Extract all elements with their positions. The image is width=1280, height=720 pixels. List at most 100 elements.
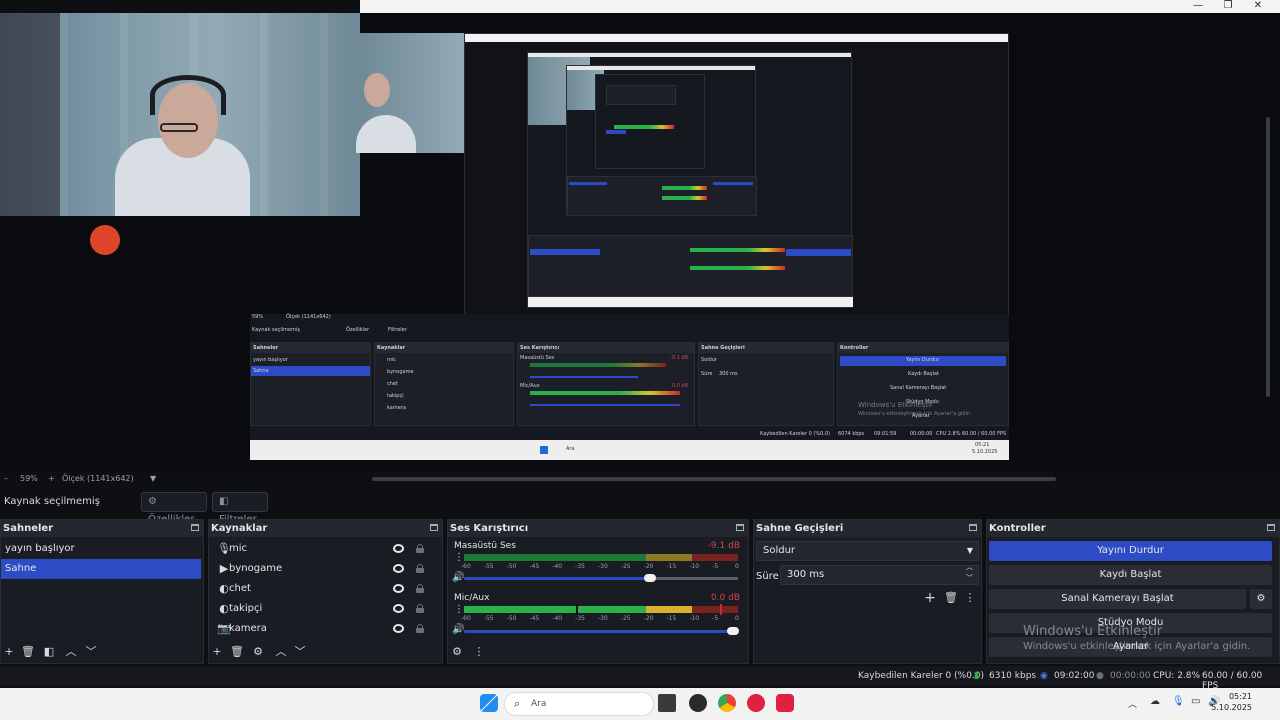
meter-scale-tick: -30 — [598, 563, 608, 570]
scene-item-selected[interactable]: Sahne — [1, 559, 201, 579]
preview-scrollbar[interactable] — [372, 477, 1056, 481]
minimize-icon[interactable]: — — [1183, 0, 1213, 13]
channel-logo — [90, 225, 120, 255]
source-item-bynogame[interactable]: ▶ bynogame — [209, 559, 442, 579]
visibility-icon[interactable] — [393, 584, 404, 593]
lock-icon[interactable] — [416, 604, 424, 613]
advanced-audio-icon[interactable]: ⚙ — [451, 646, 463, 658]
meter-scale-tick: -5 — [712, 615, 719, 622]
trash-icon[interactable]: 🗑 — [230, 646, 244, 658]
scale-dropdown-icon[interactable]: ▼ — [150, 474, 156, 483]
start-recording-button[interactable]: Kaydı Başlat — [989, 565, 1272, 585]
undock-icon[interactable] — [430, 524, 438, 531]
record-time: 00:00:00 — [1110, 671, 1151, 681]
task-view-icon[interactable] — [658, 694, 676, 712]
undock-icon[interactable] — [191, 524, 199, 531]
meter-scale: -60 -55 -50 -45 -40 -35 -30 -25 -20 -15 -10 -5 0 — [461, 563, 742, 571]
scene-transitions-dock: Sahne Geçişleri Soldur ▼ Süre 300 ms ︿ ﹀ … — [753, 519, 982, 664]
microphone-tray-icon[interactable]: 🎙 — [1172, 696, 1185, 707]
start-virtual-camera-button[interactable]: Sanal Kamerayı Başlat — [989, 589, 1246, 609]
duration-input[interactable]: 300 ms ︿ ﹀ — [780, 562, 979, 585]
lock-icon[interactable] — [416, 584, 424, 593]
meter-scale-tick: -60 — [461, 563, 471, 570]
volume-slider[interactable] — [464, 574, 738, 582]
meter-scale-tick: -25 — [620, 563, 631, 570]
audio-meter — [464, 554, 738, 561]
meter-scale-tick: -20 — [643, 563, 654, 570]
channel-menu-icon[interactable]: ⋮ — [454, 553, 464, 563]
undock-icon[interactable] — [1267, 524, 1275, 531]
visibility-icon[interactable] — [393, 624, 404, 633]
properties-button[interactable]: ⚙ Özellikler — [141, 492, 207, 525]
filter-icon[interactable]: ◧ — [43, 646, 55, 658]
volume-knob[interactable] — [726, 627, 739, 635]
stop-stream-button[interactable]: Yayını Durdur — [989, 541, 1272, 561]
meter-scale-tick: 0 — [735, 563, 739, 570]
display-icon[interactable]: ▭ — [1191, 696, 1200, 707]
add-icon[interactable]: + — [211, 646, 223, 658]
obs-app-icon[interactable] — [689, 694, 707, 712]
lock-icon[interactable] — [416, 544, 424, 553]
nested-obs-level-1: 59% Ölçek (1141x642) Kaynak seçilmemiş Ö… — [250, 314, 1009, 460]
channel-menu-icon[interactable]: ⋮ — [454, 605, 464, 615]
record-icon: ● — [1096, 671, 1104, 681]
bitrate: 6310 kbps — [989, 671, 1037, 681]
meter-scale-tick: -35 — [575, 615, 585, 622]
zoom-out-icon[interactable]: – — [4, 474, 8, 483]
volume-slider[interactable] — [464, 627, 739, 635]
meter-scale-tick: -40 — [552, 615, 563, 622]
source-item-chet[interactable]: ◐ chet — [209, 579, 442, 599]
volume-knob[interactable] — [644, 574, 657, 582]
speaker-icon[interactable]: 🔊 — [452, 573, 464, 583]
meter-scale-tick: -15 — [666, 615, 677, 622]
visibility-icon[interactable] — [393, 564, 404, 573]
spinner-icon[interactable]: ︿ ﹀ — [966, 562, 973, 584]
transition-menu-icon[interactable]: ⋮ — [964, 592, 976, 604]
zoom-in-icon[interactable]: + — [48, 474, 55, 483]
chevron-up-icon[interactable]: ︿ — [1128, 697, 1137, 710]
close-icon[interactable]: ✕ — [1243, 0, 1273, 13]
chevron-up-icon[interactable]: ︿ — [65, 646, 77, 658]
signal-icon: ▮ — [974, 671, 979, 681]
mixer-menu-icon[interactable]: ⋮ — [473, 646, 485, 658]
gear-icon[interactable]: ⚙ — [252, 646, 264, 658]
source-item-kamera[interactable]: 📷 kamera — [209, 619, 442, 639]
add-icon[interactable]: + — [3, 646, 15, 658]
channel-db: 0.0 dB — [710, 593, 740, 603]
preview-canvas[interactable]: 59% Ölçek (1141x642) Kaynak seçilmemiş Ö… — [0, 13, 1280, 481]
search-icon: ⌕ — [514, 697, 521, 710]
scene-item[interactable]: yayın başlıyor — [1, 539, 203, 559]
visibility-icon[interactable] — [393, 544, 404, 553]
trash-icon[interactable]: 🗑 — [21, 646, 35, 658]
source-item-takipci[interactable]: ◐ takipçi — [209, 599, 442, 619]
chevron-down-icon[interactable]: ﹀ — [294, 646, 306, 658]
source-toolbar: Kaynak seçilmemiş ⚙ Özellikler ◧ Filtrel… — [0, 490, 1280, 525]
meter-scale-tick: -50 — [506, 563, 517, 570]
scenes-title: Sahneler — [3, 523, 54, 534]
windows-start-icon[interactable] — [480, 694, 498, 712]
add-icon[interactable]: + — [924, 591, 936, 605]
speaker-icon[interactable]: 🔊 — [452, 625, 464, 635]
mixer-title: Ses Karıştırıcı — [450, 523, 529, 534]
app-red-icon[interactable] — [747, 694, 765, 712]
app-mail-icon[interactable] — [776, 694, 794, 712]
chevron-down-icon[interactable]: ﹀ — [85, 646, 97, 658]
preview-vertical-scrollbar[interactable] — [1266, 117, 1270, 397]
lock-icon[interactable] — [416, 624, 424, 633]
virtual-camera-settings-icon[interactable]: ⚙ — [1250, 589, 1272, 609]
filters-button[interactable]: ◧ Filtreler — [212, 492, 268, 525]
undock-icon[interactable] — [736, 524, 744, 531]
lock-icon[interactable] — [416, 564, 424, 573]
status-bar: Kaybedilen Kareler 0 (%0.0) ▮ 6310 kbps … — [0, 666, 1280, 691]
taskbar-search[interactable]: ⌕ Ara — [504, 692, 654, 716]
source-item-mic[interactable]: 🎙 mic — [209, 539, 442, 559]
chrome-icon[interactable] — [718, 694, 736, 712]
trash-icon[interactable]: 🗑 — [944, 592, 958, 604]
maximize-icon[interactable]: ❐ — [1213, 0, 1243, 13]
network-icon[interactable]: ☁ — [1150, 696, 1160, 707]
chevron-up-icon[interactable]: ︿ — [275, 646, 287, 658]
transition-select[interactable]: Soldur ▼ — [756, 541, 979, 561]
undock-icon[interactable] — [969, 524, 977, 531]
system-clock[interactable]: 05:21 5.10.2025 — [1211, 691, 1252, 713]
visibility-icon[interactable] — [393, 604, 404, 613]
